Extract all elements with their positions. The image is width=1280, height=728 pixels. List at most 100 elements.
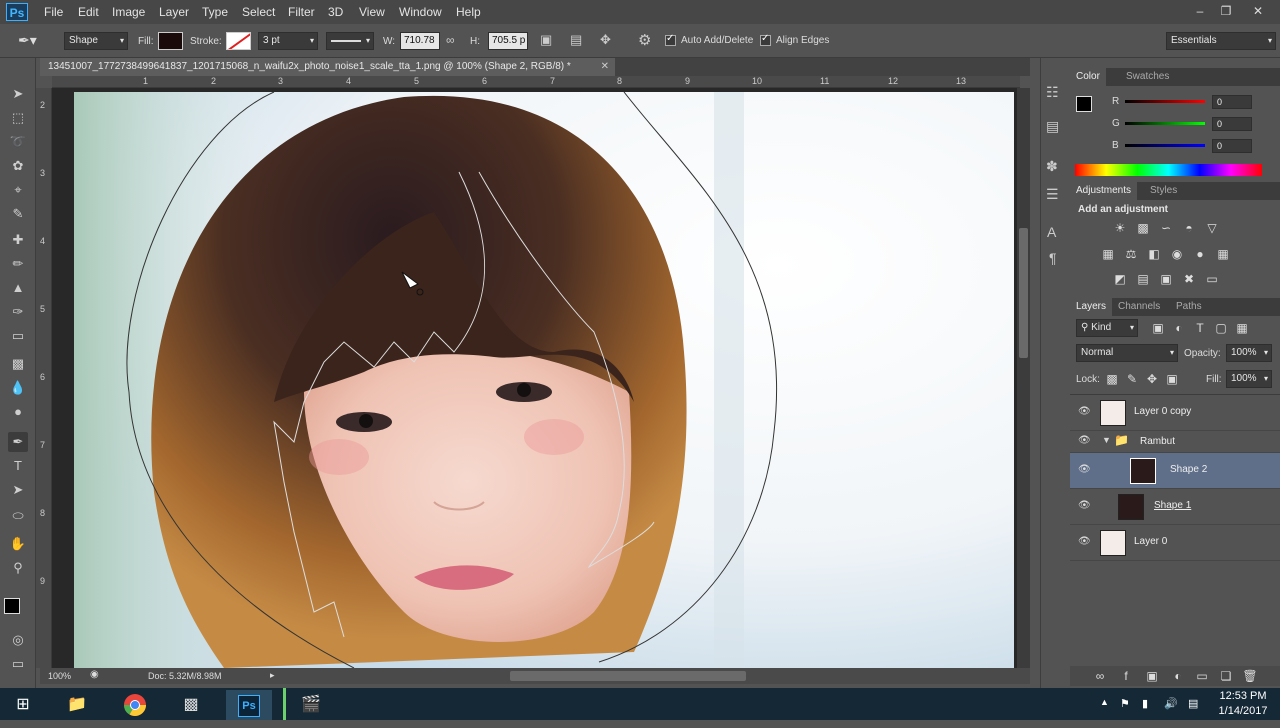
g-slider[interactable] xyxy=(1125,122,1205,125)
properties-panel-icon[interactable]: ▤ xyxy=(1046,118,1059,135)
group-expand-icon[interactable]: ▼ xyxy=(1102,435,1111,445)
fill-swatch[interactable] xyxy=(158,32,183,50)
vibrance-icon[interactable]: ▽ xyxy=(1204,220,1220,236)
menu-window[interactable]: Window xyxy=(399,5,442,19)
visibility-eye-icon[interactable]: 👁 xyxy=(1078,406,1091,417)
menu-view[interactable]: View xyxy=(359,5,385,19)
color-spectrum-bar[interactable] xyxy=(1075,164,1262,176)
levels-icon[interactable]: ▩ xyxy=(1135,220,1151,236)
fill-opacity-field[interactable]: 100% ▾ xyxy=(1226,370,1272,388)
g-value[interactable]: 0 xyxy=(1212,117,1252,131)
command-prompt-icon[interactable]: ▩ xyxy=(168,690,214,720)
visibility-eye-icon[interactable]: 👁 xyxy=(1078,464,1091,475)
tab-channels[interactable]: Channels xyxy=(1112,298,1166,316)
menu-help[interactable]: Help xyxy=(456,5,481,19)
visibility-eye-icon[interactable]: 👁 xyxy=(1078,536,1091,547)
path-selection-tool-icon[interactable]: ➤ xyxy=(8,480,28,500)
hue-saturation-icon[interactable]: ▦ xyxy=(1100,246,1116,262)
tab-color[interactable]: Color xyxy=(1070,68,1106,86)
auto-add-delete-checkbox[interactable]: ✓ xyxy=(665,33,676,46)
color-lookup-icon[interactable]: ▦ xyxy=(1215,246,1231,262)
media-app-icon[interactable]: 🎬 xyxy=(288,690,334,720)
move-tool-icon[interactable]: ➤ xyxy=(8,84,28,104)
clock-date[interactable]: 1/14/2017 xyxy=(1218,705,1268,717)
layer-group-row[interactable]: 👁 ▼ 📁 Rambut xyxy=(1070,431,1280,453)
restore-icon[interactable]: ❐ xyxy=(1218,3,1234,19)
eyedropper-tool-icon[interactable]: ✎ xyxy=(8,204,28,224)
add-mask-icon[interactable]: ▣ xyxy=(1144,668,1160,684)
channel-mixer-icon[interactable]: ● xyxy=(1192,246,1208,262)
foreground-color-swatch[interactable] xyxy=(4,598,20,614)
width-field[interactable]: 710.78 xyxy=(400,32,440,50)
new-group-icon[interactable]: ▭ xyxy=(1194,668,1210,684)
tab-paths[interactable]: Paths xyxy=(1170,298,1208,316)
crop-tool-icon[interactable]: ⌖ xyxy=(8,180,28,200)
lock-all-icon[interactable]: ▣ xyxy=(1164,371,1180,387)
filter-type-icon[interactable]: T xyxy=(1192,320,1208,336)
eraser-tool-icon[interactable]: ▭ xyxy=(8,326,28,346)
history-panel-icon[interactable]: ☷ xyxy=(1046,84,1059,101)
menu-edit[interactable]: Edit xyxy=(78,5,99,19)
document-tab[interactable]: 13451007_1772738499641837_1201715068_n_w… xyxy=(40,58,615,76)
new-adjustment-icon[interactable]: ◐ xyxy=(1170,668,1186,684)
clone-stamp-tool-icon[interactable]: ▲ xyxy=(8,278,28,298)
blend-mode-dropdown[interactable]: Normal ▾ xyxy=(1076,344,1178,362)
volume-icon[interactable]: 🔊 xyxy=(1164,697,1178,710)
stroke-type-dropdown[interactable]: ▾ xyxy=(326,32,374,50)
character-panel-icon[interactable]: A xyxy=(1047,224,1056,240)
tab-layers[interactable]: Layers xyxy=(1070,298,1113,316)
stroke-swatch[interactable] xyxy=(226,32,251,50)
close-icon[interactable]: ✕ xyxy=(1250,3,1266,19)
menu-3d[interactable]: 3D xyxy=(328,5,343,19)
opacity-field[interactable]: 100% ▾ xyxy=(1226,344,1272,362)
paragraph-panel-icon[interactable]: ¶ xyxy=(1049,250,1057,266)
lock-transparency-icon[interactable]: ▩ xyxy=(1104,371,1120,387)
scroll-thumb[interactable] xyxy=(1019,228,1028,358)
menu-select[interactable]: Select xyxy=(242,5,275,19)
path-operations-icon[interactable]: ▣ xyxy=(540,32,552,48)
tool-mode-dropdown[interactable]: Shape ▾ xyxy=(64,32,128,50)
posterize-icon[interactable]: ▤ xyxy=(1135,271,1151,287)
minimize-icon[interactable]: – xyxy=(1192,3,1208,19)
type-tool-icon[interactable]: T xyxy=(8,456,28,476)
workspace-dropdown[interactable]: Essentials ▾ xyxy=(1166,32,1276,50)
brush-presets-icon[interactable]: ☰ xyxy=(1046,186,1059,203)
align-edges-checkbox[interactable]: ✓ xyxy=(760,33,771,46)
horizontal-scroll-thumb[interactable] xyxy=(510,671,746,681)
link-layers-icon[interactable]: ∞ xyxy=(1092,668,1108,684)
quick-mask-icon[interactable]: ◎ xyxy=(8,630,28,650)
quick-selection-tool-icon[interactable]: ✿ xyxy=(8,156,28,176)
layer-row[interactable]: 👁 Shape 1 xyxy=(1070,489,1280,525)
shape-tool-icon[interactable]: ⬭ xyxy=(8,506,28,526)
layer-row-selected[interactable]: 👁 Shape 2 xyxy=(1070,453,1280,489)
battery-icon[interactable]: ▮ xyxy=(1142,697,1148,710)
gear-icon[interactable]: ⚙ xyxy=(638,31,651,49)
zoom-level[interactable]: 100% xyxy=(48,671,71,681)
invert-icon[interactable]: ◩ xyxy=(1112,271,1128,287)
brush-tool-icon[interactable]: ✏ xyxy=(8,254,28,274)
menu-file[interactable]: File xyxy=(44,5,63,19)
selective-color-icon[interactable]: ✖ xyxy=(1181,271,1197,287)
new-layer-icon[interactable]: ❏ xyxy=(1218,668,1234,684)
document-canvas[interactable] xyxy=(52,88,1017,668)
layer-filter-dropdown[interactable]: ⚲ Kind ▾ xyxy=(1076,319,1138,337)
file-explorer-icon[interactable]: 📁 xyxy=(54,690,100,720)
history-brush-tool-icon[interactable]: ✑ xyxy=(8,302,28,322)
start-windows-icon[interactable]: ⊞ xyxy=(0,690,46,720)
menu-layer[interactable]: Layer xyxy=(159,5,189,19)
menu-image[interactable]: Image xyxy=(112,5,145,19)
gradient-tool-icon[interactable]: ▩ xyxy=(8,354,28,374)
color-foreground-swatch[interactable] xyxy=(1076,96,1092,112)
r-slider[interactable] xyxy=(1125,100,1205,103)
black-white-icon[interactable]: ◧ xyxy=(1146,246,1162,262)
action-center-flag-icon[interactable]: ⚑ xyxy=(1120,697,1130,710)
pen-tool-icon[interactable]: ✒ xyxy=(8,432,28,452)
photoshop-taskbar-button[interactable]: Ps xyxy=(226,690,272,720)
vertical-scrollbar[interactable] xyxy=(1017,88,1030,668)
hand-tool-icon[interactable]: ✋ xyxy=(8,534,28,554)
layer-row[interactable]: 👁 Layer 0 xyxy=(1070,525,1280,561)
layer-row[interactable]: 👁 Layer 0 copy xyxy=(1070,395,1280,431)
b-value[interactable]: 0 xyxy=(1212,139,1252,153)
tab-styles[interactable]: Styles xyxy=(1144,182,1183,200)
link-icon[interactable]: ∞ xyxy=(446,33,455,47)
